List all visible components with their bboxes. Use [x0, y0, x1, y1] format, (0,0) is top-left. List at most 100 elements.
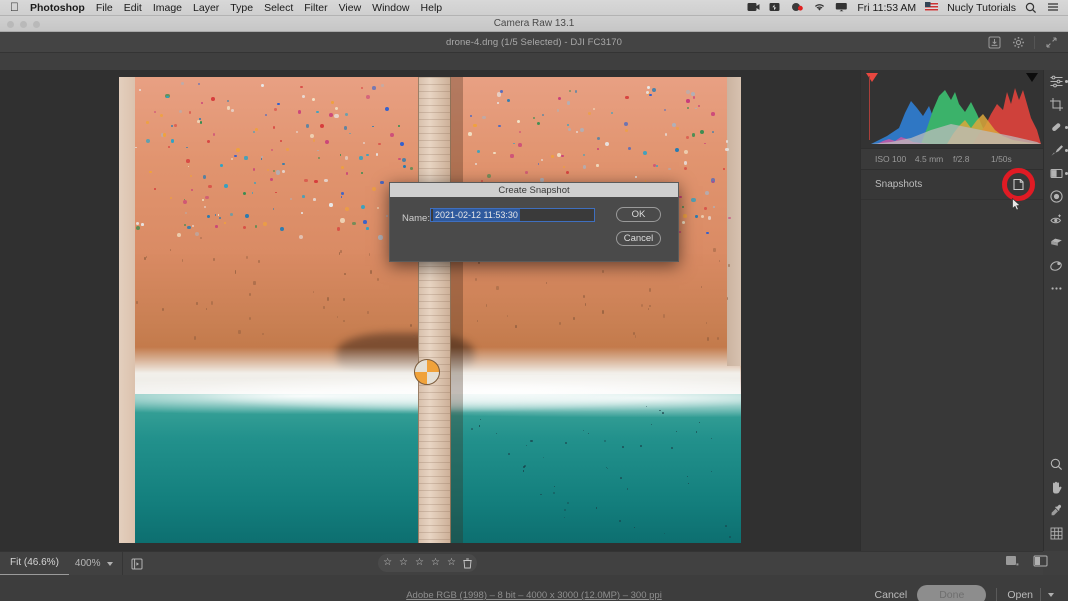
window-title-bar: Camera Raw 13.1: [0, 16, 1068, 32]
red-eye-tool[interactable]: [1044, 208, 1068, 231]
image-preview-stage[interactable]: [0, 70, 860, 551]
maximize-window-button[interactable]: [33, 21, 40, 28]
presets-tool[interactable]: [1044, 231, 1068, 254]
edit-tool[interactable]: [1044, 70, 1068, 93]
menu-item-window[interactable]: Window: [372, 2, 409, 14]
crop-tool[interactable]: [1044, 93, 1068, 116]
photo-beach-crowd: [119, 77, 741, 543]
window-footer: Adobe RGB (1998) – 8 bit – 4000 x 3000 (…: [0, 575, 1068, 601]
rating-star-5[interactable]: ☆: [447, 558, 456, 568]
metadata-focal-length: 4.5 mm: [915, 154, 953, 164]
cancel-button[interactable]: Cancel: [875, 589, 908, 601]
header-icon-group: [983, 32, 1062, 53]
menu-item-file[interactable]: File: [96, 2, 113, 14]
snapshots-tool[interactable]: [1044, 254, 1068, 277]
zoom-level-value: 400%: [75, 558, 101, 569]
histogram-curves: [861, 70, 1044, 148]
mouse-pointer-icon: [1012, 198, 1021, 211]
menu-bar-status-area: Fri 11:53 AM Nucly Tutorials: [747, 2, 1068, 14]
color-space-info-link[interactable]: Adobe RGB (1998) – 8 bit – 4000 x 3000 (…: [406, 590, 662, 601]
apple-logo-icon[interactable]: : [10, 1, 19, 13]
grid-overlay-tool[interactable]: [1044, 522, 1068, 545]
metadata-aperture: f/2.8: [953, 154, 991, 164]
close-window-button[interactable]: [7, 21, 14, 28]
before-after-view-icon[interactable]: [1033, 555, 1048, 567]
menu-item-layer[interactable]: Layer: [193, 2, 219, 14]
done-button[interactable]: Done: [917, 585, 986, 601]
zoom-level-select[interactable]: 400%: [69, 552, 124, 576]
spot-removal-tool[interactable]: [1044, 116, 1068, 139]
chevron-down-icon: [107, 562, 113, 566]
histogram[interactable]: [861, 70, 1044, 148]
menu-item-type[interactable]: Type: [230, 2, 253, 14]
aerial-beach-photo[interactable]: [119, 77, 741, 543]
zoom-tool[interactable]: [1044, 453, 1068, 476]
dialog-body: Name: 2021-02-12 11:53:30 OK Cancel: [390, 197, 678, 262]
dialog-cancel-button[interactable]: Cancel: [616, 231, 661, 246]
menu-item-select[interactable]: Select: [264, 2, 293, 14]
footer-divider: [996, 588, 997, 601]
search-icon[interactable]: [1025, 2, 1038, 13]
us-flag-icon[interactable]: [925, 2, 938, 13]
adjustment-brush-tool[interactable]: [1044, 139, 1068, 162]
airplay-icon[interactable]: [835, 2, 848, 13]
control-center-icon[interactable]: [1047, 2, 1060, 13]
file-info-header: drone-4.dng (1/5 Selected) - DJI FC3170: [0, 32, 1068, 53]
fit-zoom-label[interactable]: Fit (46.6%): [0, 552, 69, 576]
snapshots-panel-header[interactable]: Snapshots: [861, 170, 1043, 200]
create-snapshot-dialog[interactable]: Create Snapshot Name: 2021-02-12 11:53:3…: [389, 182, 679, 262]
fullscreen-icon[interactable]: [1040, 33, 1062, 52]
reject-flag-icon[interactable]: [463, 558, 472, 569]
menu-bar-left:  Photoshop File Edit Image Layer Type S…: [0, 2, 442, 14]
menu-item-filter[interactable]: Filter: [304, 2, 327, 14]
rating-star-2[interactable]: ☆: [399, 558, 408, 568]
menu-item-photoshop[interactable]: Photoshop: [30, 2, 85, 14]
screen-record-icon[interactable]: [747, 2, 760, 13]
chevron-down-icon[interactable]: [1048, 593, 1054, 597]
menu-bar-clock[interactable]: Fri 11:53 AM: [857, 2, 916, 14]
star-rating-control[interactable]: ☆ ☆ ☆ ☆ ☆: [378, 554, 477, 572]
window-traffic-lights[interactable]: [7, 21, 40, 28]
tools-sidebar: [1043, 70, 1068, 551]
battery-icon[interactable]: [769, 2, 782, 13]
create-snapshot-icon[interactable]: [1010, 176, 1027, 193]
view-mode-group: [1005, 555, 1048, 567]
menu-item-view[interactable]: View: [339, 2, 362, 14]
fit-zoom-text: Fit (46.6%): [10, 557, 59, 568]
graduated-filter-tool[interactable]: [1044, 162, 1068, 185]
save-image-icon[interactable]: [983, 33, 1005, 52]
single-view-icon[interactable]: [1005, 555, 1019, 567]
radial-filter-tool[interactable]: [1044, 185, 1068, 208]
open-button[interactable]: Open: [1007, 588, 1054, 601]
filmstrip-toggle-icon[interactable]: [123, 552, 151, 576]
more-options-tool[interactable]: [1044, 277, 1068, 300]
menu-item-edit[interactable]: Edit: [124, 2, 142, 14]
right-panel: ISO 100 4.5 mm f/2.8 1/50s Snapshots: [860, 70, 1043, 551]
metadata-shutter-speed: 1/50s: [991, 154, 1029, 164]
dropbox-icon[interactable]: [791, 2, 804, 13]
camera-raw-screen:  Photoshop File Edit Image Layer Type S…: [0, 0, 1068, 601]
footer-button-group: Cancel Done Open: [875, 585, 1054, 601]
snapshots-title: Snapshots: [875, 179, 922, 190]
dialog-title-bar: Create Snapshot: [390, 183, 678, 197]
menu-item-image[interactable]: Image: [153, 2, 182, 14]
rating-star-1[interactable]: ☆: [383, 558, 392, 568]
dialog-title: Create Snapshot: [498, 185, 569, 196]
wifi-icon[interactable]: [813, 2, 826, 13]
window-title: Camera Raw 13.1: [494, 18, 575, 29]
header-divider: [1034, 36, 1035, 49]
snapshot-name-value: 2021-02-12 11:53:30: [433, 209, 520, 221]
menu-item-help[interactable]: Help: [421, 2, 443, 14]
preferences-gear-icon[interactable]: [1007, 33, 1029, 52]
open-button-divider: [1040, 588, 1041, 601]
menu-bar-username[interactable]: Nucly Tutorials: [947, 2, 1016, 14]
rating-star-4[interactable]: ☆: [431, 558, 440, 568]
minimize-window-button[interactable]: [20, 21, 27, 28]
dialog-ok-button[interactable]: OK: [616, 207, 661, 222]
hand-tool[interactable]: [1044, 476, 1068, 499]
snapshot-name-input[interactable]: 2021-02-12 11:53:30: [430, 208, 595, 222]
tools-sidebar-bottom: [1044, 453, 1068, 545]
rating-star-3[interactable]: ☆: [415, 558, 424, 568]
open-button-label: Open: [1007, 589, 1033, 601]
eyedropper-tool[interactable]: [1044, 499, 1068, 522]
